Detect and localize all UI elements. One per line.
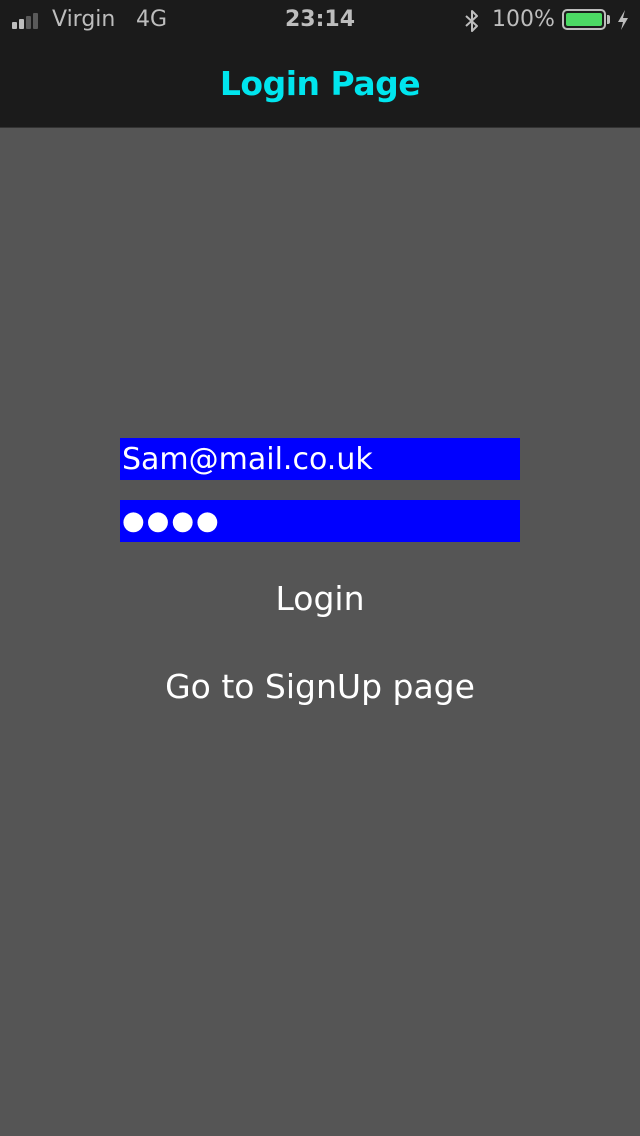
password-field[interactable] bbox=[120, 500, 520, 542]
login-button[interactable]: Login bbox=[0, 576, 640, 620]
charging-bolt-icon bbox=[618, 10, 628, 30]
battery-percentage: 100% bbox=[492, 7, 555, 32]
email-field[interactable] bbox=[120, 438, 520, 480]
page-title: Login Page bbox=[219, 64, 421, 103]
status-bar: Virgin 4G 23:14 100% bbox=[0, 0, 640, 40]
signup-link-button[interactable]: Go to SignUp page bbox=[0, 664, 640, 708]
navigation-header: Login Page bbox=[0, 40, 640, 128]
battery-icon bbox=[562, 9, 606, 30]
battery-level-fill bbox=[566, 13, 602, 26]
battery-terminal bbox=[607, 15, 610, 24]
bluetooth-icon bbox=[465, 10, 478, 32]
